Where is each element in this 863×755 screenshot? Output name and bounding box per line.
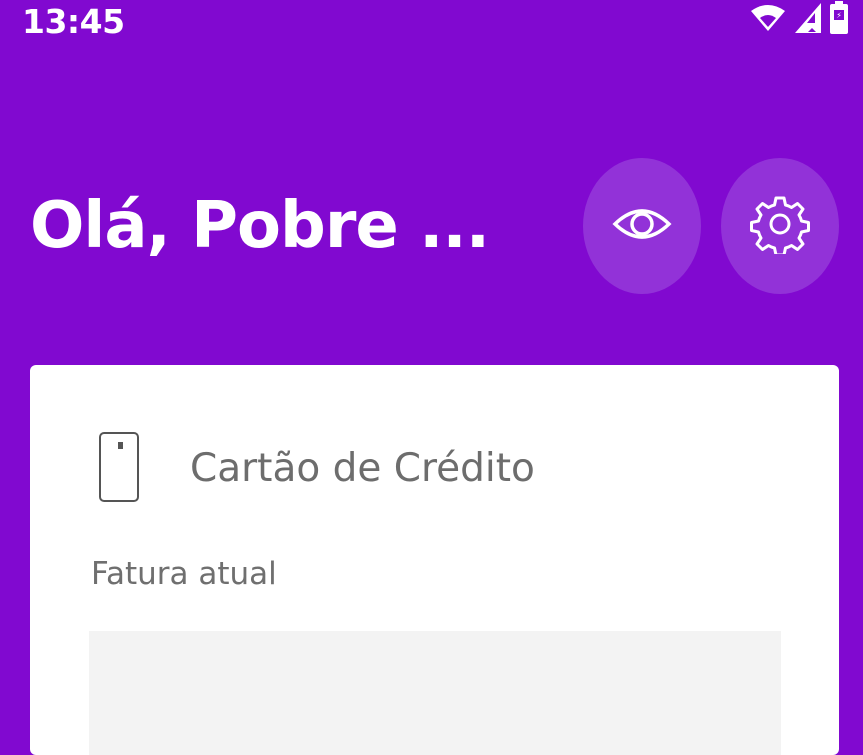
status-icons: ⚡ <box>749 0 849 40</box>
credit-card-panel[interactable]: Cartão de Crédito Fatura atual <box>30 365 839 755</box>
settings-button[interactable] <box>721 158 839 294</box>
wifi-icon <box>749 3 787 37</box>
card-title: Cartão de Crédito <box>190 446 535 491</box>
gear-icon <box>750 194 810 258</box>
battery-icon: ⚡ <box>829 1 849 39</box>
greeting-title: Olá, Pobre ... <box>30 189 490 263</box>
signal-icon <box>793 1 823 39</box>
card-subtitle: Fatura atual <box>91 556 277 592</box>
invoice-placeholder <box>89 631 781 755</box>
svg-text:⚡: ⚡ <box>836 11 842 20</box>
status-bar: 13:45 ⚡ <box>0 0 863 50</box>
status-time: 13:45 <box>22 2 125 41</box>
eye-icon <box>612 204 672 248</box>
toggle-visibility-button[interactable] <box>583 158 701 294</box>
phone-card-icon <box>98 431 140 507</box>
